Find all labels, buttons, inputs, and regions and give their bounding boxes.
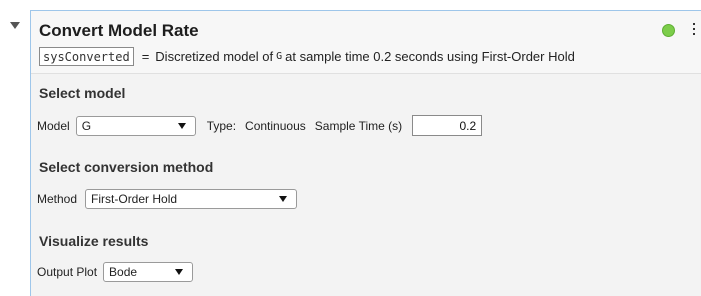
- summary-model-name: G: [276, 50, 283, 62]
- select-model-heading: Select model: [39, 85, 126, 101]
- task-title: Convert Model Rate: [39, 21, 199, 40]
- vertical-ellipsis-icon[interactable]: [691, 23, 697, 39]
- chevron-down-icon: [177, 122, 186, 129]
- conversion-method-row: Method First-Order Hold: [37, 189, 298, 209]
- output-variable-field[interactable]: sysConverted: [39, 46, 134, 66]
- type-label: Type:: [206, 118, 237, 133]
- collapse-triangle-icon[interactable]: [10, 22, 20, 29]
- model-dropdown-value: G: [81, 118, 92, 133]
- select-model-row: Model G Type: Continuous Sample Time (s): [37, 115, 483, 136]
- type-value: Continuous: [245, 118, 306, 133]
- task-summary: sysConverted = Discretized model of G at…: [39, 45, 575, 67]
- output-plot-row: Output Plot Bode: [37, 262, 194, 282]
- left-gutter: [0, 0, 30, 296]
- model-dropdown[interactable]: G: [75, 115, 196, 136]
- sample-time-label: Sample Time (s): [314, 118, 403, 133]
- output-plot-label: Output Plot: [37, 265, 98, 279]
- sample-time-input[interactable]: [412, 115, 483, 136]
- method-dropdown-value: First-Order Hold: [91, 192, 178, 206]
- equals-sign: =: [141, 48, 150, 64]
- summary-text-after: at sample time 0.2 seconds using First-O…: [285, 48, 575, 64]
- output-plot-dropdown[interactable]: Bode: [103, 262, 194, 282]
- task-header: Convert Model Rate sysConverted = Discre…: [31, 11, 701, 74]
- chevron-down-icon: [279, 196, 288, 202]
- method-label: Method: [37, 192, 78, 206]
- method-dropdown[interactable]: First-Order Hold: [85, 189, 298, 209]
- live-task-panel: Convert Model Rate sysConverted = Discre…: [30, 10, 701, 296]
- summary-text-before: Discretized model of: [155, 48, 274, 64]
- visualize-heading: Visualize results: [39, 233, 149, 249]
- model-label: Model: [37, 118, 70, 133]
- chevron-down-icon: [175, 269, 184, 275]
- output-plot-dropdown-value: Bode: [109, 265, 138, 279]
- status-indicator-icon: [662, 24, 675, 37]
- conversion-method-heading: Select conversion method: [39, 159, 214, 175]
